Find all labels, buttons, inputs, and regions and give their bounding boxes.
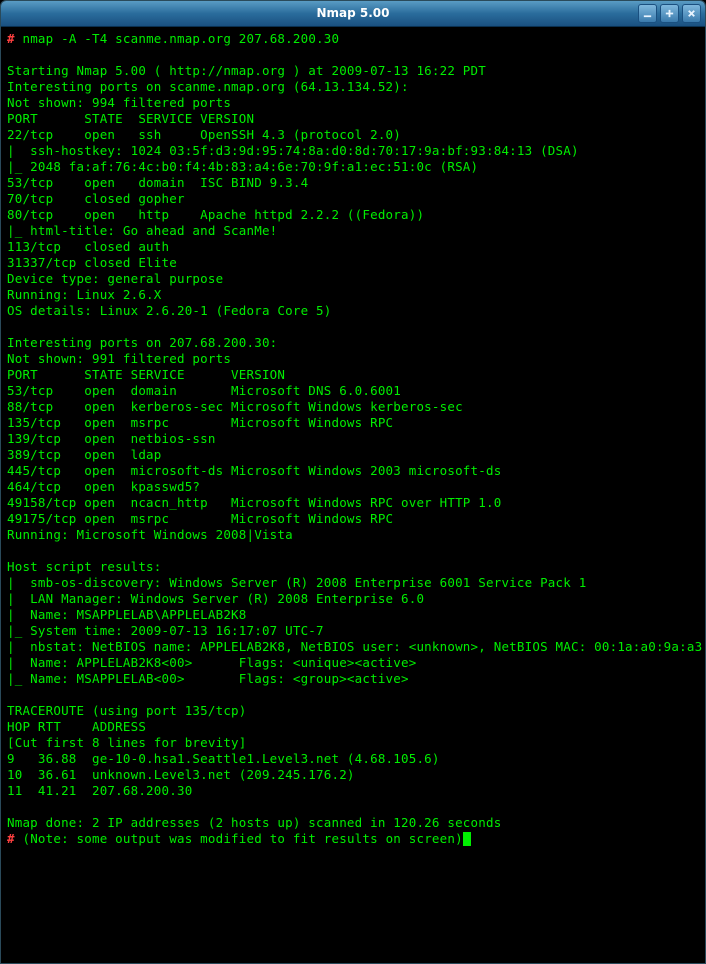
script-line: | LAN Manager: Windows Server (R) 2008 E…	[7, 591, 424, 606]
window-title: Nmap 5.00	[316, 6, 389, 21]
script-line: | Name: MSAPPLELAB\APPLELAB2K8	[7, 607, 247, 622]
traceroute-cols: HOP RTT ADDRESS	[7, 719, 146, 734]
host2-port-line: 88/tcp open kerberos-sec Microsoft Windo…	[7, 399, 463, 414]
titlebar[interactable]: Nmap 5.00	[1, 1, 705, 27]
maximize-icon	[664, 8, 675, 19]
host2-port-line: 464/tcp open kpasswd5?	[7, 479, 200, 494]
script-line: |_ Name: MSAPPLELAB<00> Flags: <group><a…	[7, 671, 409, 686]
maximize-button[interactable]	[660, 4, 679, 23]
host1-port-line: 22/tcp open ssh OpenSSH 4.3 (protocol 2.…	[7, 127, 401, 142]
cursor	[463, 832, 471, 846]
prompt-hash: #	[7, 831, 15, 846]
prompt-hash: #	[7, 31, 15, 46]
script-header: Host script results:	[7, 559, 162, 574]
host2-port-line: 445/tcp open microsoft-ds Microsoft Wind…	[7, 463, 501, 478]
host1-port-line: 113/tcp closed auth	[7, 239, 169, 254]
host2-running: Running: Microsoft Windows 2008|Vista	[7, 527, 293, 542]
host1-running: Running: Linux 2.6.X	[7, 287, 162, 302]
script-line: |_ System time: 2009-07-13 16:17:07 UTC-…	[7, 623, 324, 638]
host2-port-line: 389/tcp open ldap	[7, 447, 162, 462]
traceroute-hop: 11 41.21 207.68.200.30	[7, 783, 192, 798]
host1-port-line: |_ html-title: Go ahead and ScanMe!	[7, 223, 277, 238]
host2-header: Interesting ports on 207.68.200.30:	[7, 335, 277, 350]
minimize-icon	[642, 8, 653, 19]
traceroute-cut: [Cut first 8 lines for brevity]	[7, 735, 247, 750]
host2-port-line: 49175/tcp open msrpc Microsoft Windows R…	[7, 511, 393, 526]
command-line: nmap -A -T4 scanme.nmap.org 207.68.200.3…	[22, 31, 339, 46]
host2-cols: PORT STATE SERVICE VERSION	[7, 367, 285, 382]
nmap-done: Nmap done: 2 IP addresses (2 hosts up) s…	[7, 815, 501, 830]
host1-port-line: 53/tcp open domain ISC BIND 9.3.4	[7, 175, 308, 190]
host2-port-line: 135/tcp open msrpc Microsoft Windows RPC	[7, 415, 393, 430]
host1-port-line: 31337/tcp closed Elite	[7, 255, 177, 270]
titlebar-controls	[638, 4, 701, 23]
minimize-button[interactable]	[638, 4, 657, 23]
traceroute-header: TRACEROUTE (using port 135/tcp)	[7, 703, 247, 718]
terminal-window: Nmap 5.00 # nmap -A -T4 scanme.nmap.org …	[0, 0, 706, 964]
host1-not-shown: Not shown: 994 filtered ports	[7, 95, 231, 110]
host1-cols: PORT STATE SERVICE VERSION	[7, 111, 254, 126]
host2-port-line: 53/tcp open domain Microsoft DNS 6.0.600…	[7, 383, 401, 398]
host1-device: Device type: general purpose	[7, 271, 223, 286]
host2-port-line: 49158/tcp open ncacn_http Microsoft Wind…	[7, 495, 501, 510]
script-line: | nbstat: NetBIOS name: APPLELAB2K8, Net…	[7, 639, 705, 654]
host1-port-line: | ssh-hostkey: 1024 03:5f:d3:9d:95:74:8a…	[7, 143, 579, 158]
terminal-body[interactable]: # nmap -A -T4 scanme.nmap.org 207.68.200…	[1, 27, 705, 963]
output-start: Starting Nmap 5.00 ( http://nmap.org ) a…	[7, 63, 486, 78]
host1-port-line: 70/tcp closed gopher	[7, 191, 185, 206]
host2-not-shown: Not shown: 991 filtered ports	[7, 351, 231, 366]
host1-port-line: 80/tcp open http Apache httpd 2.2.2 ((Fe…	[7, 207, 424, 222]
close-button[interactable]	[682, 4, 701, 23]
traceroute-hop: 10 36.61 unknown.Level3.net (209.245.176…	[7, 767, 355, 782]
traceroute-hop: 9 36.88 ge-10-0.hsa1.Seattle1.Level3.net…	[7, 751, 440, 766]
host1-port-line: |_ 2048 fa:af:76:4c:b0:f4:4b:83:a4:6e:70…	[7, 159, 478, 174]
script-line: | Name: APPLELAB2K8<00> Flags: <unique><…	[7, 655, 416, 670]
close-icon	[686, 8, 697, 19]
host1-os: OS details: Linux 2.6.20-1 (Fedora Core …	[7, 303, 331, 318]
footer-note: (Note: some output was modified to fit r…	[22, 831, 462, 846]
host1-header: Interesting ports on scanme.nmap.org (64…	[7, 79, 409, 94]
script-line: | smb-os-discovery: Windows Server (R) 2…	[7, 575, 586, 590]
host2-port-line: 139/tcp open netbios-ssn	[7, 431, 216, 446]
